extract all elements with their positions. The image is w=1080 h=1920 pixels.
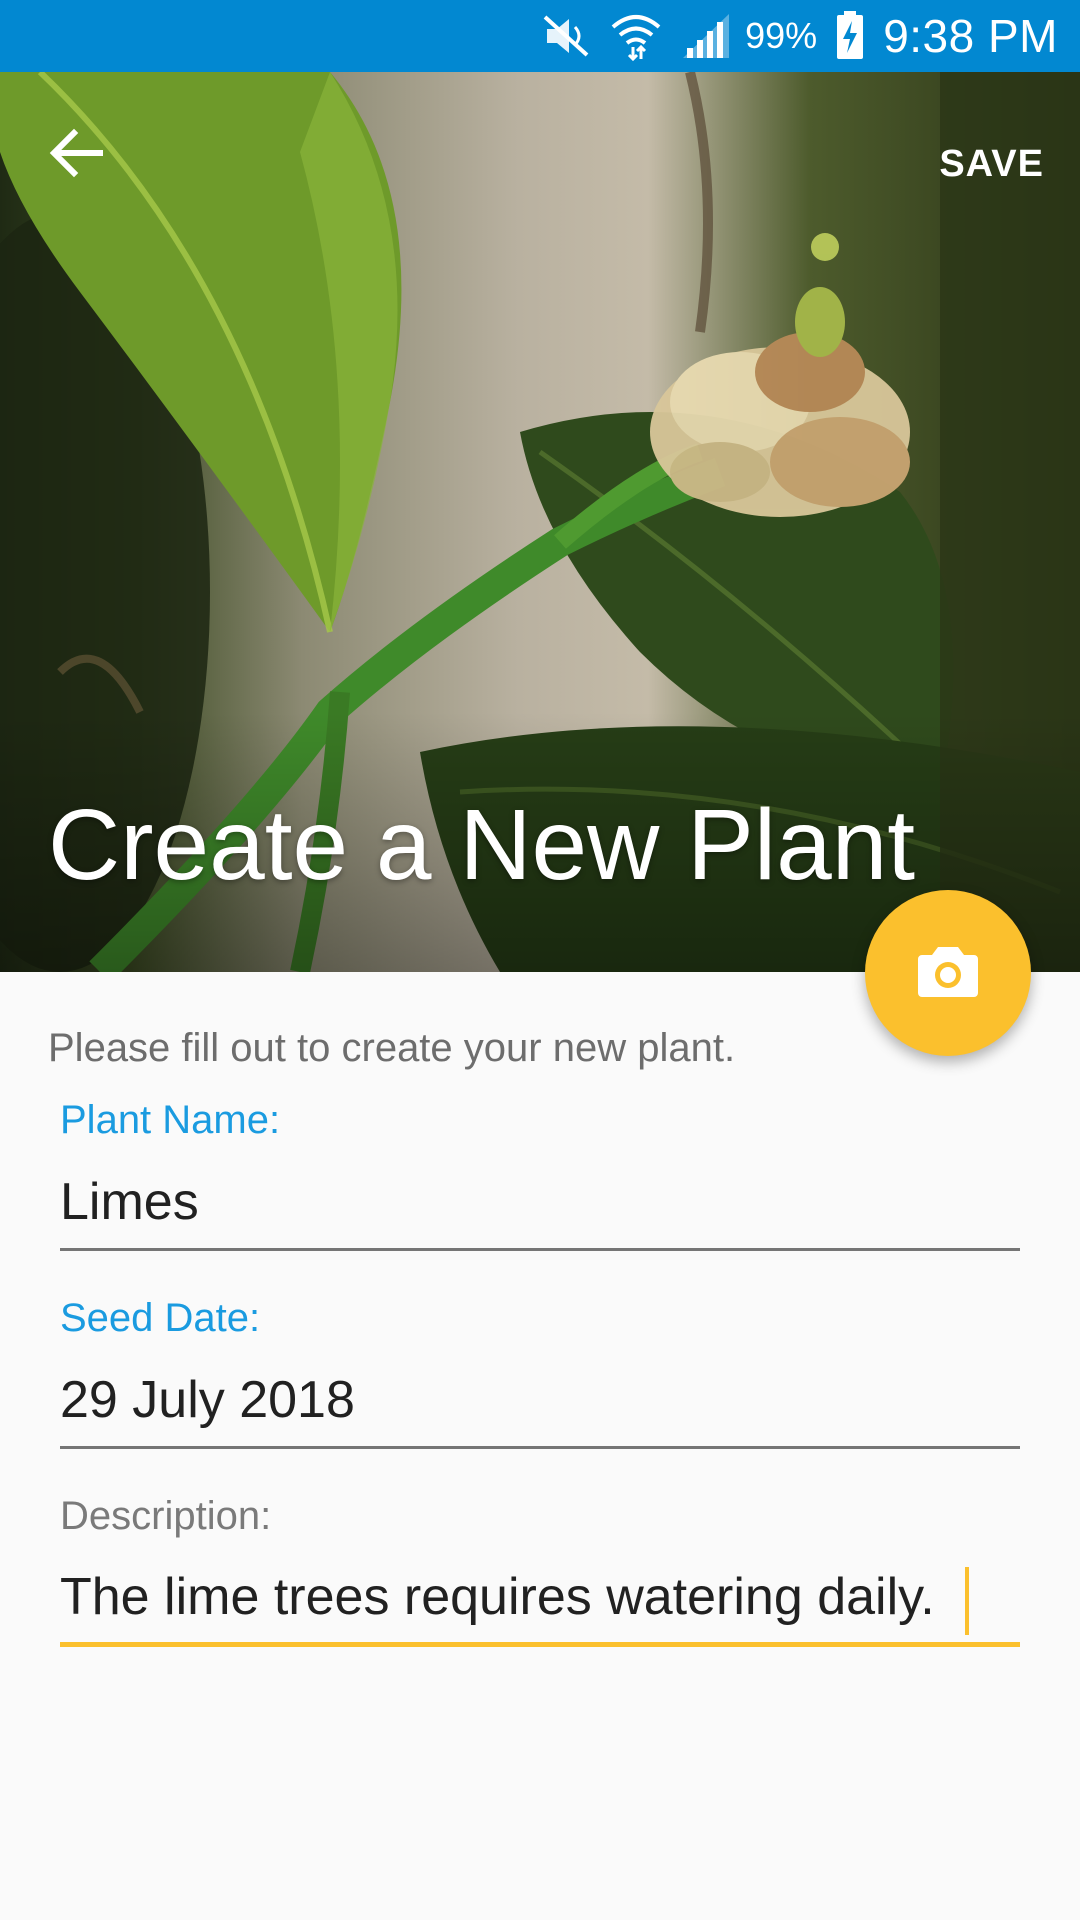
battery-percent: 99% [745,15,818,56]
text-cursor [965,1567,969,1635]
plant-name-label: Plant Name: [60,1098,281,1142]
signal-icon [681,12,733,60]
camera-icon [916,943,980,1004]
intro-text: Please fill out to create your new plant… [48,1026,736,1070]
back-button[interactable] [48,128,120,200]
save-button[interactable]: SAVE [939,132,1044,196]
wifi-icon [609,11,663,61]
status-bar: 99% 9:38 PM [0,0,1080,72]
header-image: SAVE Create a New Plant [0,72,1080,972]
plant-name-input[interactable] [60,1155,1020,1251]
description-label: Description: [60,1494,272,1538]
description-input[interactable] [60,1551,1020,1647]
status-time: 9:38 PM [883,10,1058,62]
seed-date-label: Seed Date: [60,1296,261,1340]
camera-button[interactable] [865,890,1031,1056]
seed-date-input[interactable] [60,1353,1020,1449]
page-title: Create a New Plant [48,789,916,901]
battery-charging-icon [835,11,865,61]
mute-icon [541,13,591,59]
